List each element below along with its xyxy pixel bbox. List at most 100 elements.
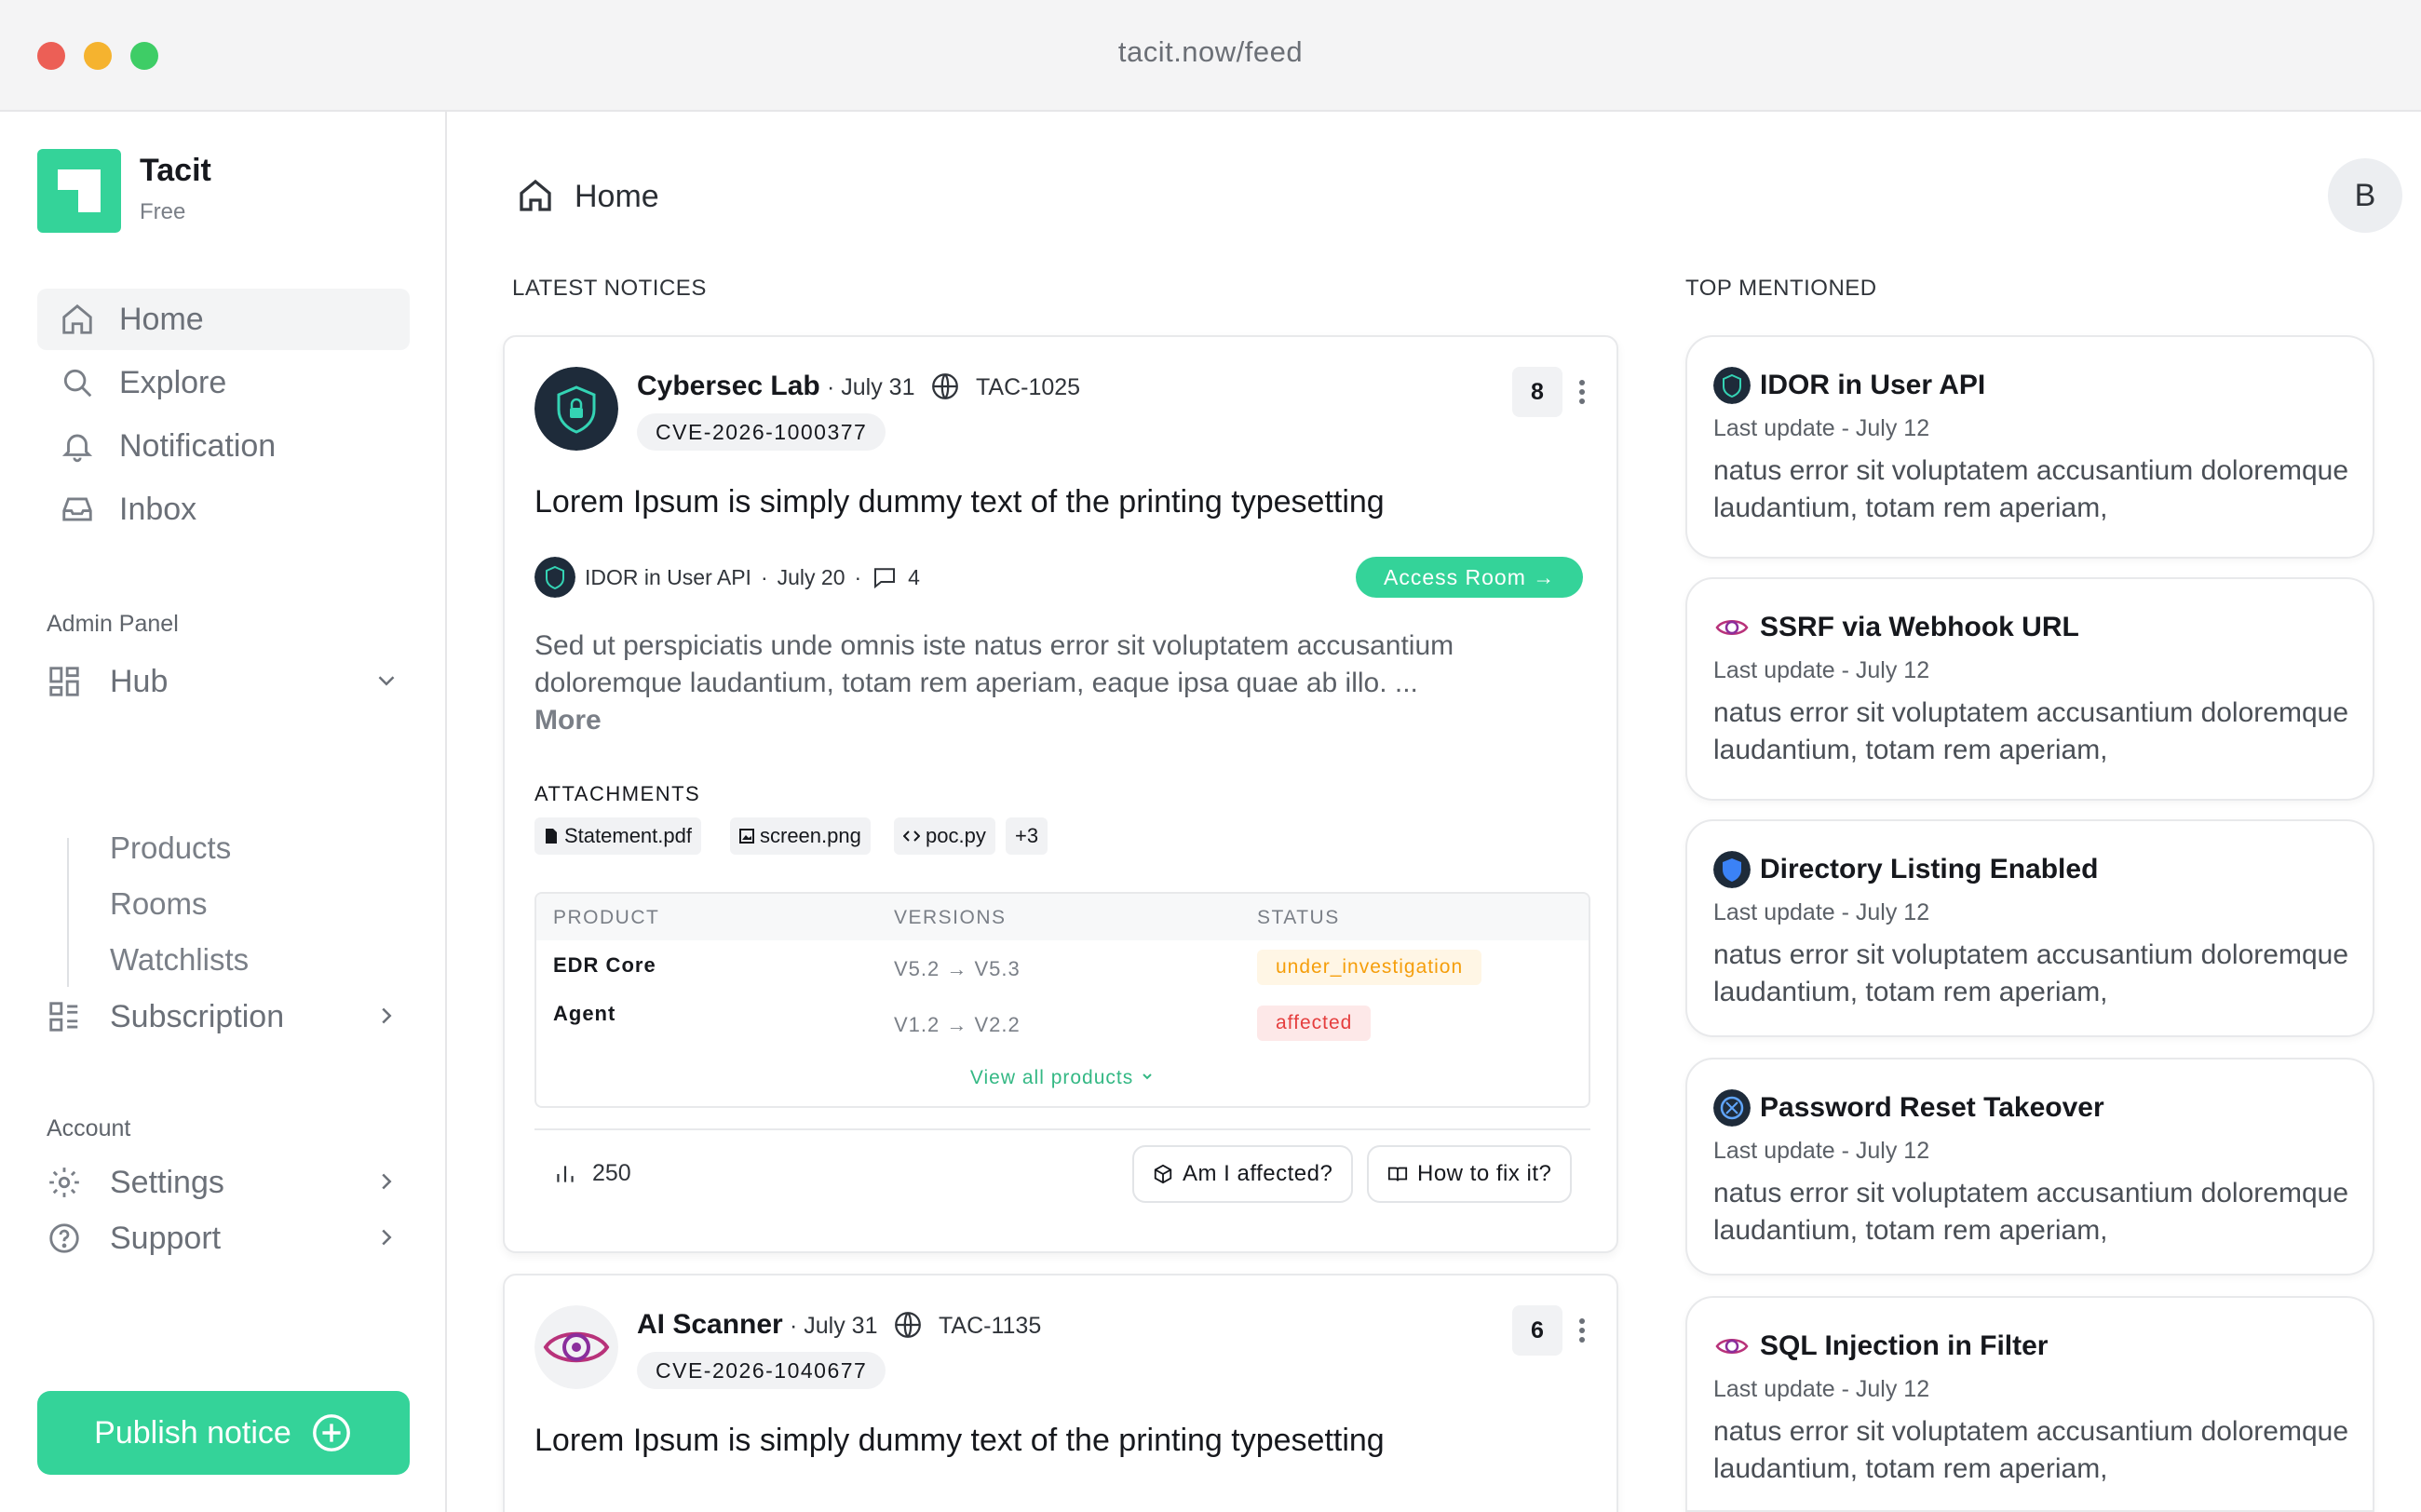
mention-count-badge: 8 [1512, 367, 1562, 417]
top-mentioned-desc: natus error sit voluptatem accusantium d… [1713, 697, 2349, 765]
room-name[interactable]: IDOR in User API [585, 565, 751, 590]
publish-notice-button[interactable]: Publish notice [37, 1391, 410, 1475]
title-text: Password Reset Takeover [1760, 1092, 2104, 1123]
plan-label: Free [140, 199, 186, 224]
chevron-right-icon[interactable] [372, 1223, 400, 1251]
nav-item-hub[interactable]: Hub [47, 655, 410, 708]
how-to-fix-button[interactable]: How to fix it? [1367, 1145, 1573, 1203]
top-mentioned-card[interactable]: SSRF via Webhook URL Last update - July … [1685, 577, 2374, 801]
room-date: July 20 [777, 564, 845, 589]
more-options-icon[interactable] [1577, 1316, 1587, 1344]
view-count-value: 250 [592, 1160, 631, 1186]
last-update: Last update - July 12 [1713, 1138, 1930, 1164]
tac-id: TAC-1025 [976, 374, 1081, 400]
view-all-label: View all products [969, 1067, 1134, 1088]
bar-chart-icon [557, 1165, 574, 1182]
inbox-icon [60, 492, 95, 527]
tree-line [67, 838, 69, 987]
chevron-right-icon[interactable] [372, 1168, 400, 1195]
notice-source[interactable]: Cybersec Lab [637, 371, 820, 402]
card-divider [534, 1128, 1590, 1130]
shield-lock-icon [1713, 367, 1751, 404]
cve-badge[interactable]: CVE-2026-1000377 [637, 413, 886, 451]
nav-item-products[interactable]: Products [110, 830, 231, 866]
notice-card[interactable]: AI Scanner · July 31 TAC-1135 CVE-2026-1… [503, 1274, 1618, 1512]
notice-title[interactable]: Lorem Ipsum is simply dummy text of the … [534, 484, 1385, 520]
column-header-product: PRODUCT [553, 907, 660, 928]
attachment-name: Statement.pdf [564, 824, 692, 847]
table-header [536, 894, 1589, 940]
account-section-label: Account [47, 1115, 131, 1141]
notice-source[interactable]: AI Scanner [637, 1309, 783, 1341]
notice-card[interactable]: Cybersec Lab · July 31 TAC-1025 CVE-2026… [503, 335, 1618, 1253]
top-mentioned-card[interactable]: Directory Listing Enabled Last update - … [1685, 819, 2374, 1037]
notice-title[interactable]: Lorem Ipsum is simply dummy text of the … [534, 1423, 1385, 1459]
shield-icon [1713, 851, 1751, 888]
hub-label: Hub [110, 663, 169, 699]
access-room-button[interactable]: Access Room → [1356, 557, 1584, 598]
attachment-chip[interactable]: screen.png [730, 817, 871, 855]
products-table: PRODUCT VERSIONS STATUS EDR Core V5.2 → … [534, 892, 1590, 1108]
tacit-logo-icon[interactable] [37, 149, 121, 233]
sidebar: Tacit Free Home Explore Notification Inb… [0, 112, 447, 1512]
chevron-right-icon[interactable] [372, 1002, 400, 1030]
column-header-versions: VERSIONS [894, 907, 1007, 928]
eye-icon [1713, 1328, 1751, 1365]
view-all-products-link[interactable]: View all products [536, 1067, 1589, 1089]
button-label: Am I affected? [1183, 1161, 1333, 1186]
top-mentioned-desc: natus error sit voluptatem accusantium d… [1713, 1178, 2349, 1246]
chevron-down-icon[interactable] [372, 667, 400, 695]
shield-lock-icon [534, 367, 618, 451]
user-avatar[interactable]: B [2328, 158, 2402, 233]
notice-date: · July 31 [790, 1313, 878, 1339]
top-mentioned-title: Password Reset Takeover [1713, 1089, 2104, 1127]
settings-label: Settings [110, 1164, 224, 1200]
top-mentioned-card[interactable]: IDOR in User API Last update - July 12 n… [1685, 335, 2374, 559]
more-options-icon[interactable] [1577, 378, 1587, 406]
chevron-down-icon [1143, 1073, 1152, 1080]
admin-panel-label: Admin Panel [47, 611, 179, 637]
am-i-affected-button[interactable]: Am I affected? [1132, 1145, 1354, 1203]
nav-item-explore[interactable]: Explore [37, 352, 410, 413]
code-icon [903, 830, 920, 842]
nav-item-home[interactable]: Home [37, 289, 410, 350]
globe-icon [895, 1312, 921, 1338]
top-mentioned-card[interactable]: Password Reset Takeover Last update - Ju… [1685, 1058, 2374, 1276]
column-header-status: STATUS [1257, 907, 1340, 928]
last-update: Last update - July 12 [1713, 657, 1930, 683]
list-icon [47, 999, 82, 1034]
search-icon [60, 365, 95, 400]
last-update: Last update - July 12 [1713, 415, 1930, 441]
nav-label: Notification [119, 427, 277, 464]
eye-icon [1713, 609, 1751, 646]
mention-count-badge: 6 [1512, 1305, 1562, 1356]
top-mentioned-label: TOP MENTIONED [1685, 276, 1877, 301]
gear-icon [47, 1165, 82, 1200]
nav-item-inbox[interactable]: Inbox [37, 479, 410, 540]
top-mentioned-title: Directory Listing Enabled [1713, 851, 2098, 888]
brand-name: Tacit [140, 153, 211, 188]
nav-item-rooms[interactable]: Rooms [110, 886, 208, 922]
product-name[interactable]: Agent [553, 1002, 615, 1026]
notice-description: Sed ut perspiciatis unde omnis iste natu… [534, 628, 1577, 739]
nav-item-subscription[interactable]: Subscription [47, 991, 410, 1043]
separator-dot: · [760, 564, 768, 589]
address-bar[interactable]: tacit.now/feed [0, 35, 2421, 69]
nav-item-settings[interactable]: Settings [47, 1156, 410, 1208]
image-icon [739, 829, 754, 844]
nav-item-support[interactable]: Support [47, 1212, 410, 1264]
nav-item-notification[interactable]: Notification [37, 415, 410, 477]
more-attachments-chip[interactable]: +3 [1006, 817, 1048, 855]
cve-badge[interactable]: CVE-2026-1040677 [637, 1352, 886, 1389]
attachment-chip[interactable]: Statement.pdf [534, 817, 701, 855]
more-link[interactable]: More [534, 705, 602, 736]
nav-label: Explore [119, 364, 227, 400]
attachment-chip[interactable]: poc.py [894, 817, 995, 855]
home-icon [60, 302, 95, 337]
publish-label: Publish notice [94, 1414, 291, 1451]
product-name[interactable]: EDR Core [553, 953, 656, 978]
nav-item-watchlists[interactable]: Watchlists [110, 942, 249, 978]
top-mentioned-card[interactable]: SQL Injection in Filter Last update - Ju… [1685, 1296, 2374, 1512]
latest-notices-label: LATEST NOTICES [512, 276, 707, 301]
room-row: IDOR in User API · July 20 · 4 [534, 557, 920, 598]
